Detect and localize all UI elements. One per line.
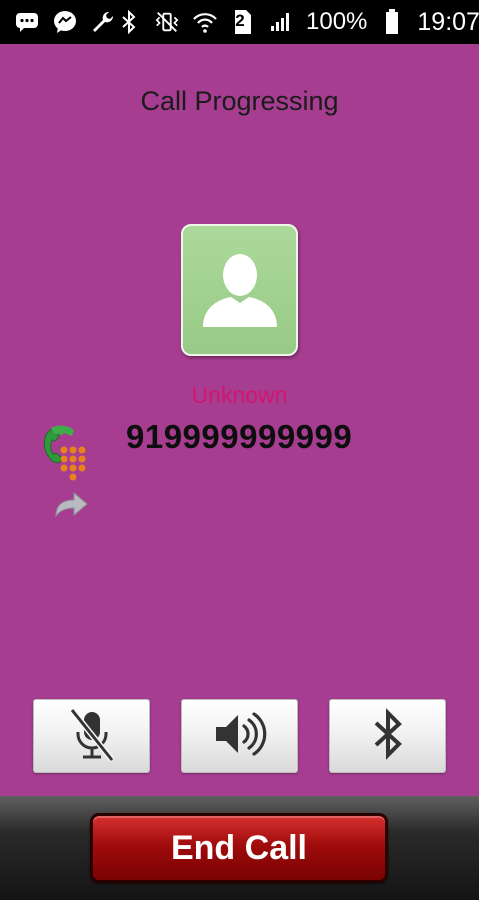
contact-name: Unknown — [191, 382, 288, 408]
forward-icon[interactable] — [52, 490, 90, 520]
mic-off-icon — [66, 706, 118, 767]
speaker-button[interactable] — [181, 699, 298, 773]
end-call-button[interactable]: End Call — [90, 813, 388, 883]
wifi-icon — [192, 9, 218, 35]
mute-button[interactable] — [33, 699, 150, 773]
bluetooth-icon — [116, 9, 142, 35]
wrench-icon — [90, 9, 116, 35]
page-title: Call Progressing — [140, 86, 339, 116]
sim-icon: 2 — [230, 9, 256, 35]
chat-icon — [14, 9, 40, 35]
phone-number: 919999999999 — [126, 418, 353, 455]
vibrate-icon — [154, 9, 180, 35]
messenger-icon — [52, 9, 78, 35]
battery-percentage: 100% — [306, 8, 368, 35]
status-left — [14, 9, 116, 35]
status-bar: 2 100% 19:07 — [0, 0, 479, 44]
dialpad-icon[interactable] — [42, 424, 94, 484]
battery-icon — [379, 9, 405, 35]
sim-slot-label: 2 — [235, 11, 245, 30]
status-right: 2 100% 19:07 — [116, 8, 479, 37]
clock: 19:07 — [417, 7, 479, 36]
contact-avatar — [181, 224, 298, 356]
bluetooth-button[interactable] — [329, 699, 446, 773]
speaker-icon — [212, 709, 268, 764]
bluetooth-icon — [370, 707, 406, 765]
signal-icon — [268, 9, 294, 35]
person-icon — [195, 243, 285, 338]
